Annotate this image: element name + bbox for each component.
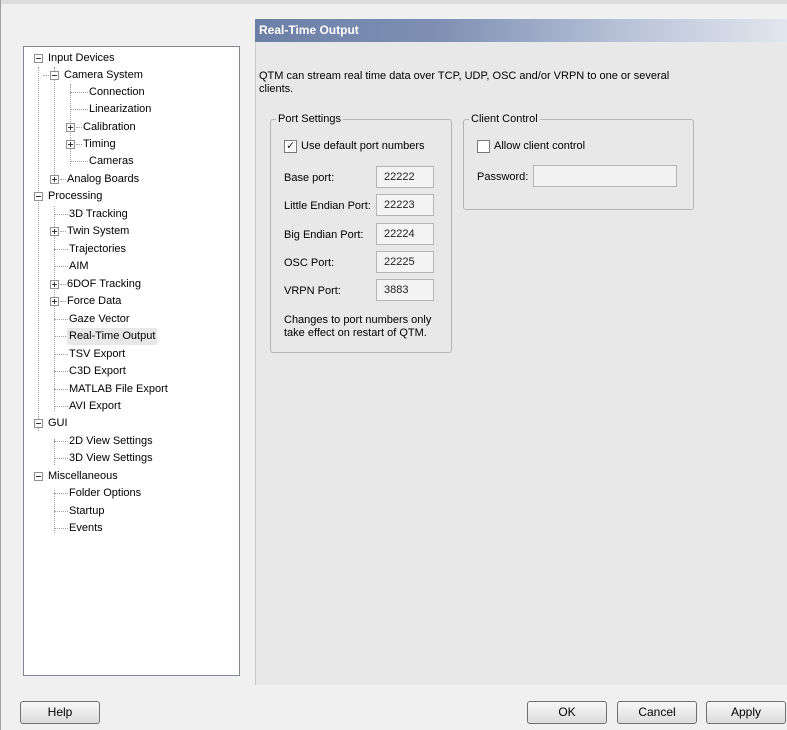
vrpn-port-label: VRPN Port: [284, 285, 341, 297]
expand-icon[interactable] [50, 175, 59, 184]
apply-button[interactable]: Apply [706, 701, 786, 724]
expand-icon[interactable] [66, 140, 75, 149]
tree-line [54, 439, 55, 465]
expand-icon[interactable] [50, 297, 59, 306]
use-default-ports-label[interactable]: Use default port numbers [301, 140, 425, 152]
base-port-field[interactable]: 22222 [376, 166, 434, 188]
panel-description: QTM can stream real time data over TCP, … [259, 70, 670, 95]
vrpn-port-field[interactable]: 3883 [376, 279, 434, 301]
tree-line [54, 206, 55, 411]
tree-line [38, 67, 39, 431]
expand-icon[interactable] [66, 123, 75, 132]
use-default-ports-checkbox[interactable] [284, 139, 297, 153]
collapse-icon[interactable] [50, 71, 59, 80]
expand-icon[interactable] [50, 280, 59, 289]
allow-client-control-label[interactable]: Allow client control [494, 140, 585, 152]
window-top-frame [0, 0, 787, 4]
big-endian-port-label: Big Endian Port: [284, 229, 364, 241]
collapse-icon[interactable] [34, 419, 43, 428]
port-settings-legend: Port Settings [278, 113, 341, 125]
help-button[interactable]: Help [20, 701, 100, 724]
big-endian-port-field[interactable]: 22224 [376, 223, 434, 245]
client-control-legend: Client Control [471, 113, 538, 125]
collapse-icon[interactable] [34, 192, 43, 201]
osc-port-field[interactable]: 22225 [376, 251, 434, 273]
client-control-group: Client Control [463, 113, 694, 210]
port-change-note: Changes to port numbers only take effect… [284, 314, 432, 339]
cancel-button[interactable]: Cancel [617, 701, 697, 724]
password-field[interactable] [533, 165, 677, 187]
collapse-icon[interactable] [34, 54, 43, 63]
little-endian-port-label: Little Endian Port: [284, 200, 371, 212]
password-label: Password: [477, 171, 529, 183]
tree-line [54, 67, 55, 183]
little-endian-port-field[interactable]: 22223 [376, 194, 434, 216]
settings-tree[interactable]: Input Devices Camera System Connection L… [23, 46, 240, 676]
expand-icon[interactable] [50, 227, 59, 236]
base-port-label: Base port: [284, 172, 335, 184]
osc-port-label: OSC Port: [284, 257, 335, 269]
page-title: Real-Time Output [255, 19, 787, 42]
allow-client-control-checkbox[interactable] [477, 140, 490, 153]
collapse-icon[interactable] [34, 472, 43, 481]
window-left-border [0, 0, 1, 730]
ok-button[interactable]: OK [527, 701, 607, 724]
